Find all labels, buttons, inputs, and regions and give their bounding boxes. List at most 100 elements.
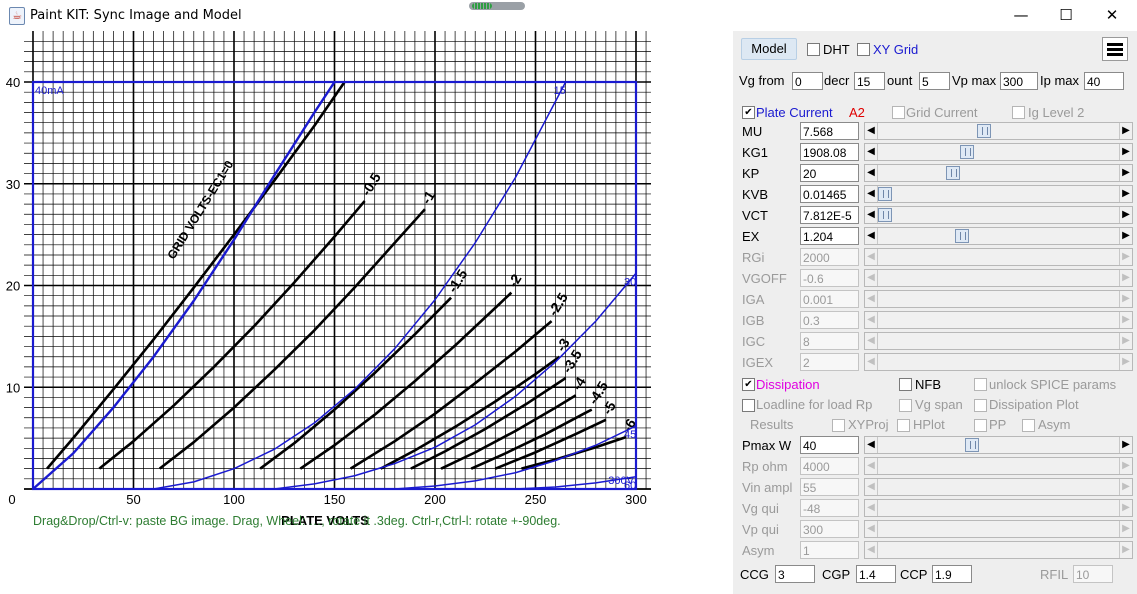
count-field[interactable]: 5 xyxy=(919,72,950,90)
param-slider-vin-ampl[interactable]: ◀ ▶ xyxy=(864,478,1133,496)
slider-track[interactable] xyxy=(878,312,1119,328)
param-slider-ex[interactable]: ◀ ▶ xyxy=(864,227,1133,245)
slider-left-arrow-icon[interactable]: ◀ xyxy=(865,354,878,370)
slider-left-arrow-icon[interactable]: ◀ xyxy=(865,333,878,349)
slider-right-arrow-icon[interactable]: ▶ xyxy=(1119,521,1132,537)
xy-grid-checkbox[interactable] xyxy=(857,43,870,56)
slider-thumb[interactable] xyxy=(977,124,992,138)
plate-current-checkbox[interactable]: ✔ xyxy=(742,106,755,119)
slider-track[interactable] xyxy=(878,500,1119,516)
slider-left-arrow-icon[interactable]: ◀ xyxy=(865,500,878,516)
rfil-field[interactable]: 10 xyxy=(1073,565,1113,583)
param-slider-asym[interactable]: ◀ ▶ xyxy=(864,541,1133,559)
dissipation-plot-checkbox[interactable] xyxy=(974,399,987,412)
param-slider-rgi[interactable]: ◀ ▶ xyxy=(864,248,1133,266)
slider-track[interactable] xyxy=(878,207,1119,223)
loadline-checkbox[interactable] xyxy=(742,399,755,412)
param-slider-vgoff[interactable]: ◀ ▶ xyxy=(864,269,1133,287)
slider-right-arrow-icon[interactable]: ▶ xyxy=(1119,479,1132,495)
vp-max-field[interactable]: 300 xyxy=(1000,72,1038,90)
param-slider-iga[interactable]: ◀ ▶ xyxy=(864,290,1133,308)
slider-left-arrow-icon[interactable]: ◀ xyxy=(865,479,878,495)
slider-left-arrow-icon[interactable]: ◀ xyxy=(865,123,878,139)
param-field-ex[interactable]: 1.204 xyxy=(800,227,859,245)
plate-curves-chart[interactable]: 0 50 100 150 200 250 30010203040PLATE VOLTS-0.… xyxy=(0,31,733,594)
close-button[interactable]: ✕ xyxy=(1089,0,1135,31)
nfb-checkbox[interactable] xyxy=(899,378,912,391)
slider-thumb[interactable] xyxy=(878,187,893,201)
slider-track[interactable] xyxy=(878,144,1119,160)
slider-right-arrow-icon[interactable]: ▶ xyxy=(1119,165,1132,181)
param-field-igex[interactable]: 2 xyxy=(800,353,859,371)
param-field-vgoff[interactable]: -0.6 xyxy=(800,269,859,287)
ccg-field[interactable]: 3 xyxy=(775,565,815,583)
slider-left-arrow-icon[interactable]: ◀ xyxy=(865,165,878,181)
ip-max-field[interactable]: 40 xyxy=(1084,72,1124,90)
pp-checkbox[interactable] xyxy=(974,419,987,432)
param-field-kp[interactable]: 20 xyxy=(800,164,859,182)
slider-track[interactable] xyxy=(878,123,1119,139)
minimize-button[interactable]: — xyxy=(998,0,1044,31)
param-slider-vp-qui[interactable]: ◀ ▶ xyxy=(864,520,1133,538)
slider-thumb[interactable] xyxy=(955,229,970,243)
dissipation-checkbox[interactable]: ✔ xyxy=(742,378,755,391)
slider-left-arrow-icon[interactable]: ◀ xyxy=(865,291,878,307)
slider-left-arrow-icon[interactable]: ◀ xyxy=(865,521,878,537)
slider-right-arrow-icon[interactable]: ▶ xyxy=(1119,354,1132,370)
slider-track[interactable] xyxy=(878,458,1119,474)
slider-right-arrow-icon[interactable]: ▶ xyxy=(1119,312,1132,328)
xyproj-checkbox[interactable] xyxy=(832,419,845,432)
slider-left-arrow-icon[interactable]: ◀ xyxy=(865,542,878,558)
param-field-vct[interactable]: 7.812E-5 xyxy=(800,206,859,224)
slider-track[interactable] xyxy=(878,479,1119,495)
param-slider-igc[interactable]: ◀ ▶ xyxy=(864,332,1133,350)
param-slider-pmax-w[interactable]: ◀ ▶ xyxy=(864,436,1133,454)
slider-left-arrow-icon[interactable]: ◀ xyxy=(865,228,878,244)
param-field-vin-ampl[interactable]: 55 xyxy=(800,478,859,496)
slider-thumb[interactable] xyxy=(960,145,975,159)
param-field-iga[interactable]: 0.001 xyxy=(800,290,859,308)
ccp-field[interactable]: 1.9 xyxy=(932,565,972,583)
dht-checkbox[interactable] xyxy=(807,43,820,56)
maximize-button[interactable]: ☐ xyxy=(1043,0,1089,31)
vg-span-checkbox[interactable] xyxy=(899,399,912,412)
slider-track[interactable] xyxy=(878,542,1119,558)
slider-right-arrow-icon[interactable]: ▶ xyxy=(1119,249,1132,265)
slider-right-arrow-icon[interactable]: ▶ xyxy=(1119,123,1132,139)
decr-field[interactable]: 15 xyxy=(854,72,885,90)
slider-thumb[interactable] xyxy=(945,166,960,180)
param-field-rgi[interactable]: 2000 xyxy=(800,248,859,266)
param-slider-rp-ohm[interactable]: ◀ ▶ xyxy=(864,457,1133,475)
param-field-vg-qui[interactable]: -48 xyxy=(800,499,859,517)
slider-right-arrow-icon[interactable]: ▶ xyxy=(1119,542,1132,558)
slider-right-arrow-icon[interactable]: ▶ xyxy=(1119,270,1132,286)
param-slider-kg1[interactable]: ◀ ▶ xyxy=(864,143,1133,161)
vg-from-field[interactable]: 0 xyxy=(792,72,823,90)
hamburger-menu-icon[interactable] xyxy=(1102,37,1128,61)
ig-level2-checkbox[interactable] xyxy=(1012,106,1025,119)
param-slider-vg-qui[interactable]: ◀ ▶ xyxy=(864,499,1133,517)
slider-left-arrow-icon[interactable]: ◀ xyxy=(865,249,878,265)
asym-checkbox[interactable] xyxy=(1022,419,1035,432)
param-slider-mu[interactable]: ◀ ▶ xyxy=(864,122,1133,140)
slider-track[interactable] xyxy=(878,521,1119,537)
param-field-igb[interactable]: 0.3 xyxy=(800,311,859,329)
param-field-igc[interactable]: 8 xyxy=(800,332,859,350)
param-slider-kp[interactable]: ◀ ▶ xyxy=(864,164,1133,182)
param-field-kvb[interactable]: 0.01465 xyxy=(800,185,859,203)
slider-right-arrow-icon[interactable]: ▶ xyxy=(1119,228,1132,244)
slider-left-arrow-icon[interactable]: ◀ xyxy=(865,270,878,286)
slider-right-arrow-icon[interactable]: ▶ xyxy=(1119,500,1132,516)
chart-canvas[interactable]: 0 50 100 150 200 250 300 10 20 30 40 PLATE VOLTS -0.… xyxy=(0,31,733,594)
slider-left-arrow-icon[interactable]: ◀ xyxy=(865,312,878,328)
slider-track[interactable] xyxy=(878,333,1119,349)
unlock-spice-checkbox[interactable] xyxy=(974,378,987,391)
slider-right-arrow-icon[interactable]: ▶ xyxy=(1119,291,1132,307)
slider-track[interactable] xyxy=(878,354,1119,370)
slider-track[interactable] xyxy=(878,249,1119,265)
slider-track[interactable] xyxy=(878,186,1119,202)
param-field-pmax-w[interactable]: 40 xyxy=(800,436,859,454)
param-field-vp-qui[interactable]: 300 xyxy=(800,520,859,538)
model-button[interactable]: Model xyxy=(741,38,797,60)
param-field-rp-ohm[interactable]: 4000 xyxy=(800,457,859,475)
